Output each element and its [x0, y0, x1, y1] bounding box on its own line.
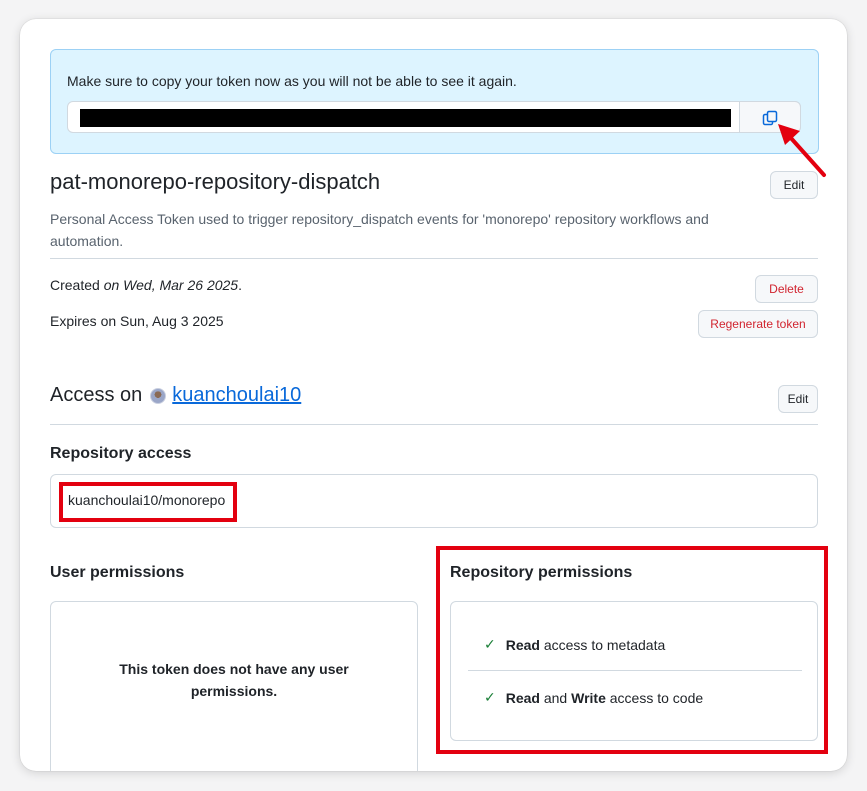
token-details-card: Make sure to copy your token now as you … [20, 19, 847, 771]
created-suffix: . [238, 277, 242, 293]
edit-token-button[interactable]: Edit [770, 171, 818, 199]
delete-button[interactable]: Delete [755, 275, 818, 303]
created-prefix: Created [50, 277, 100, 293]
user-permissions-box: This token does not have any user permis… [50, 601, 418, 771]
access-title-prefix: Access on [50, 384, 143, 406]
divider [50, 424, 818, 425]
avatar [150, 387, 167, 404]
no-perm-line2: permissions. [190, 683, 278, 699]
access-title: Access on kuanchoulai10 [50, 384, 301, 407]
token-description: Personal Access Token used to trigger re… [50, 211, 709, 249]
user-permissions-heading: User permissions [50, 564, 185, 581]
created-date: Created on Wed, Mar 26 2025. [50, 277, 242, 293]
created-date-value: on Wed, Mar 26 2025 [103, 277, 239, 293]
token-value-field[interactable] [67, 101, 801, 133]
flash-message: Make sure to copy your token now as you … [67, 73, 517, 89]
user-link[interactable]: kuanchoulai10 [172, 384, 301, 407]
token-redaction [80, 109, 731, 127]
expiration-date: Expires on Sun, Aug 3 2025 [50, 313, 224, 329]
no-perm-line1: This token does not have any user [119, 661, 349, 677]
edit-access-button[interactable]: Edit [778, 385, 818, 413]
repository-access-heading: Repository access [50, 445, 192, 462]
annotation-box-permissions [436, 546, 828, 754]
copy-token-flash: Make sure to copy your token now as you … [50, 49, 819, 154]
annotation-box-repo [59, 482, 237, 522]
divider [50, 258, 818, 259]
no-user-permissions-message: This token does not have any user permis… [51, 658, 417, 702]
regenerate-token-button[interactable]: Regenerate token [698, 310, 818, 338]
token-name: pat-monorepo-repository-dispatch [50, 169, 381, 194]
